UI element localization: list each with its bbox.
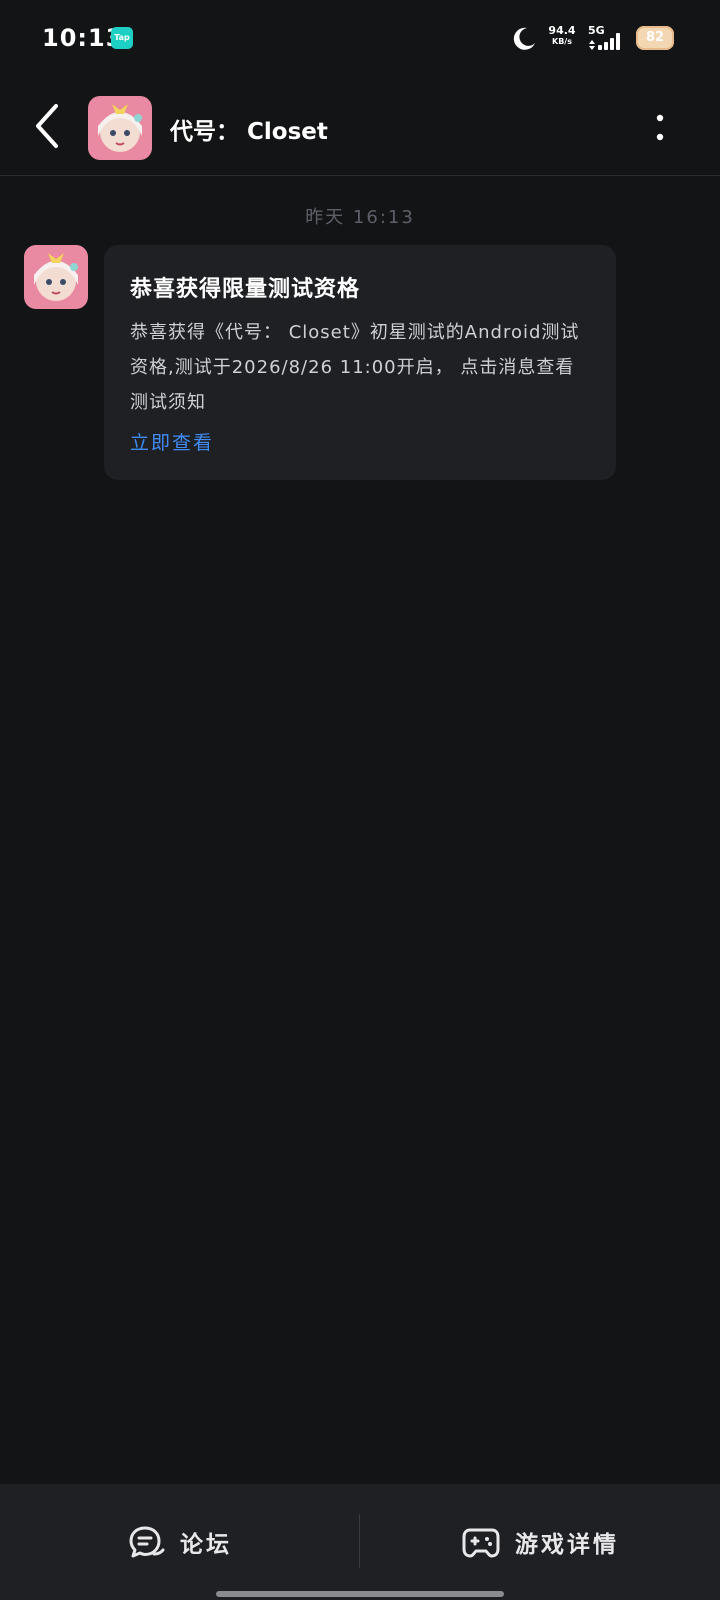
game-icon-image bbox=[88, 96, 152, 160]
network-type: 5G bbox=[588, 24, 605, 37]
screen: 10:13 Tap 94.4 KB/s 5G 82 代号： Closet 昨天 … bbox=[0, 0, 720, 1600]
taptap-notification-icon: Tap bbox=[111, 27, 133, 49]
signal-icon: 5G bbox=[588, 24, 628, 52]
gamepad-icon bbox=[462, 1528, 500, 1558]
message-timestamp: 昨天 16:13 bbox=[305, 207, 415, 228]
network-speed: 94.4 KB/s bbox=[548, 24, 576, 47]
message-body: 恭喜获得《代号： Closet》初星测试的Android测试资格,测试于2026… bbox=[130, 322, 580, 413]
network-speed-value: 94.4 bbox=[548, 24, 576, 37]
app-header: 代号： Closet bbox=[0, 80, 720, 176]
moon-icon bbox=[513, 27, 535, 50]
sender-avatar[interactable] bbox=[24, 245, 88, 309]
chat-bubble-icon bbox=[129, 1526, 165, 1558]
page-title: 代号： Closet bbox=[170, 119, 328, 145]
forum-tab[interactable]: 论坛 bbox=[0, 1484, 360, 1600]
status-bar: 10:13 Tap 94.4 KB/s 5G 82 bbox=[0, 0, 720, 80]
message-card[interactable]: 恭喜获得限量测试资格 恭喜获得《代号： Closet》初星测试的Android测… bbox=[104, 245, 616, 480]
game-avatar[interactable] bbox=[88, 96, 152, 160]
network-speed-unit: KB/s bbox=[552, 37, 572, 47]
battery-indicator: 82 bbox=[636, 26, 674, 50]
home-indicator[interactable] bbox=[216, 1591, 504, 1597]
sender-icon-image bbox=[24, 245, 88, 309]
back-button[interactable] bbox=[26, 98, 70, 154]
message-title: 恭喜获得限量测试资格 bbox=[130, 277, 361, 302]
view-now-link[interactable]: 立即查看 bbox=[130, 428, 590, 455]
game-detail-tab[interactable]: 游戏详情 bbox=[360, 1484, 720, 1600]
game-detail-tab-label: 游戏详情 bbox=[515, 1532, 619, 1558]
more-options-button[interactable] bbox=[648, 106, 672, 150]
bottom-bar: 论坛 游戏详情 bbox=[0, 1484, 720, 1600]
forum-tab-label: 论坛 bbox=[180, 1532, 232, 1558]
